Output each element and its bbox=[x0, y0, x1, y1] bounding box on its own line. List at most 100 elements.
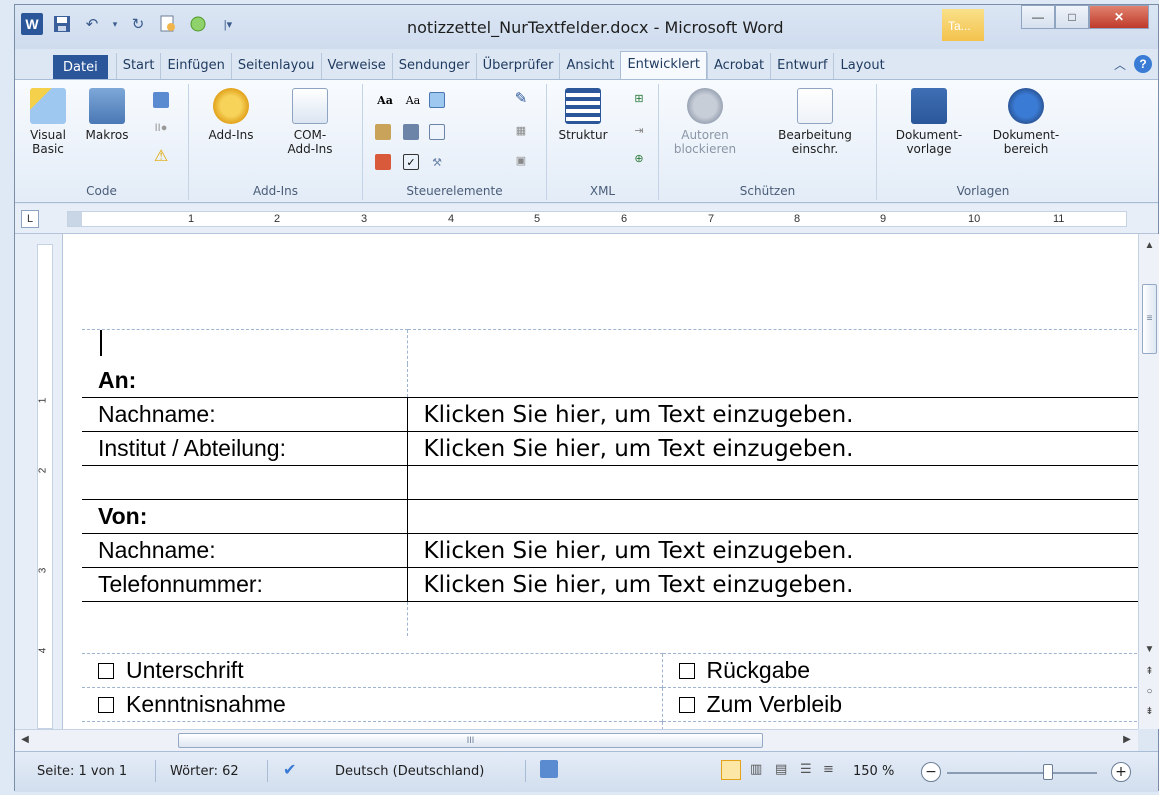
tab-start[interactable]: Start bbox=[115, 53, 161, 79]
document-panel-button[interactable]: Dokument-bereich bbox=[981, 88, 1071, 156]
zoom-in-button[interactable]: + bbox=[1111, 762, 1131, 782]
table-cell[interactable] bbox=[406, 363, 1138, 398]
tab-page-layout[interactable]: Seitenlayou bbox=[230, 53, 321, 79]
save-icon[interactable] bbox=[51, 13, 73, 35]
building-block-control-icon[interactable] bbox=[375, 124, 391, 140]
from-phone-field[interactable]: Klicken Sie hier, um Text einzugeben. bbox=[406, 567, 1138, 602]
print-layout-icon[interactable] bbox=[721, 760, 741, 780]
visual-basic-button[interactable]: Visual Basic bbox=[25, 88, 71, 156]
table-cell[interactable] bbox=[661, 721, 1138, 729]
com-addins-button[interactable]: COM-Add-Ins bbox=[275, 88, 345, 156]
properties-icon[interactable]: ▦ bbox=[513, 122, 529, 138]
ribbon-collapse-icon[interactable]: ︿ bbox=[1114, 56, 1126, 73]
scroll-left-icon[interactable]: ◀ bbox=[19, 734, 31, 745]
to-lastname-field[interactable]: Klicken Sie hier, um Text einzugeben. bbox=[406, 397, 1138, 432]
word-count[interactable]: Wörter: 62 bbox=[170, 764, 239, 779]
design-mode-icon[interactable]: ✎ bbox=[513, 90, 529, 107]
customize-qat-icon[interactable]: |▾ bbox=[217, 13, 239, 35]
checkbox-icon[interactable] bbox=[98, 697, 114, 713]
table-cell[interactable] bbox=[406, 329, 1138, 364]
scroll-down-icon[interactable]: ▼ bbox=[1139, 644, 1159, 655]
return-option[interactable]: Rückgabe bbox=[661, 653, 1138, 688]
table-cell[interactable] bbox=[82, 329, 407, 364]
full-screen-reading-icon[interactable]: ▥ bbox=[750, 762, 762, 777]
outline-view-icon[interactable]: ☰ bbox=[800, 762, 812, 777]
keep-option[interactable]: Zum Verbleib bbox=[661, 687, 1138, 722]
tab-developer[interactable]: Entwicklert bbox=[620, 51, 707, 79]
vertical-scroll-thumb[interactable]: ≡ bbox=[1142, 284, 1157, 354]
from-lastname-field[interactable]: Klicken Sie hier, um Text einzugeben. bbox=[406, 533, 1138, 568]
tab-design[interactable]: Entwurf bbox=[770, 53, 833, 79]
tab-layout[interactable]: Layout bbox=[833, 53, 890, 79]
minimize-button[interactable]: — bbox=[1021, 5, 1055, 29]
maximize-button[interactable]: □ bbox=[1055, 5, 1089, 29]
language-indicator[interactable]: Deutsch (Deutschland) bbox=[335, 764, 484, 779]
undo-dropdown-icon[interactable]: ▾ bbox=[111, 13, 119, 35]
table-cell[interactable] bbox=[82, 601, 407, 636]
zoom-slider-track[interactable] bbox=[947, 772, 1097, 774]
group-control-icon[interactable]: ▣ bbox=[513, 152, 529, 168]
tab-review[interactable]: Überprüfer bbox=[475, 53, 560, 79]
transformation-icon[interactable]: ⇥ bbox=[631, 122, 647, 138]
block-authors-button[interactable]: Autoren blockieren bbox=[665, 88, 745, 156]
macros-button[interactable]: Makros bbox=[77, 88, 137, 142]
draft-view-icon[interactable]: ≡ bbox=[823, 762, 834, 777]
table-cell[interactable] bbox=[82, 465, 407, 500]
record-macro-icon[interactable] bbox=[153, 92, 169, 108]
horizontal-scroll-thumb[interactable]: III bbox=[178, 733, 763, 748]
macro-recording-icon[interactable] bbox=[540, 760, 558, 778]
table-cell[interactable] bbox=[82, 721, 662, 729]
spelling-check-icon[interactable]: ✔ bbox=[283, 760, 296, 779]
structure-button[interactable]: Struktur bbox=[553, 88, 613, 142]
help-icon[interactable]: ? bbox=[1134, 55, 1152, 73]
ruler-bar[interactable]: 1 2 3 4 5 6 7 8 9 10 11 bbox=[67, 211, 1127, 227]
tab-acrobat[interactable]: Acrobat bbox=[707, 53, 770, 79]
scroll-up-icon[interactable]: ▲ bbox=[1139, 240, 1159, 251]
zoom-out-button[interactable]: − bbox=[921, 762, 941, 782]
acknowledgement-option[interactable]: Kenntnisnahme bbox=[82, 687, 662, 722]
scroll-right-icon[interactable]: ▶ bbox=[1121, 734, 1133, 745]
table-cell[interactable] bbox=[406, 465, 1138, 500]
table-cell[interactable] bbox=[406, 601, 1138, 636]
document-template-button[interactable]: Dokument-vorlage bbox=[887, 88, 971, 156]
previous-page-icon[interactable]: ⇞ bbox=[1139, 666, 1159, 677]
close-button[interactable]: ✕ bbox=[1089, 5, 1149, 29]
horizontal-scrollbar[interactable]: ◀ III ▶ bbox=[15, 729, 1138, 751]
print-preview-icon[interactable] bbox=[157, 13, 179, 35]
macro-security-icon[interactable]: ⚠ bbox=[153, 148, 169, 165]
vertical-scrollbar[interactable]: ▲ ≡ ▼ ⇞ ○ ⇟ bbox=[1138, 234, 1159, 729]
web-layout-icon[interactable]: ▤ bbox=[775, 762, 787, 777]
plain-text-control-icon[interactable]: Aa bbox=[401, 92, 425, 108]
vertical-ruler-bar[interactable]: 1 2 3 4 bbox=[37, 244, 53, 729]
redo-icon[interactable]: ↻ bbox=[127, 13, 149, 35]
tab-references[interactable]: Verweise bbox=[320, 53, 392, 79]
zoom-level[interactable]: 150 % bbox=[853, 764, 894, 779]
to-institute-field[interactable]: Klicken Sie hier, um Text einzugeben. bbox=[406, 431, 1138, 466]
restrict-editing-button[interactable]: Bearbeitung einschr. bbox=[765, 88, 865, 156]
page-count[interactable]: Seite: 1 von 1 bbox=[37, 764, 127, 779]
next-page-icon[interactable]: ⇟ bbox=[1139, 706, 1159, 717]
legacy-tools-icon[interactable]: ⚒ bbox=[429, 154, 445, 170]
checkbox-icon[interactable] bbox=[678, 697, 695, 713]
picture-control-icon[interactable] bbox=[429, 92, 445, 108]
document-page[interactable]: An: Nachname: Klicken Sie hier, um Text … bbox=[63, 234, 1138, 729]
word-logo-icon[interactable]: W bbox=[21, 13, 43, 35]
checkbox-icon[interactable] bbox=[98, 663, 114, 679]
addins-button[interactable]: Add-Ins bbox=[201, 88, 261, 142]
rich-text-control-icon[interactable]: Aa bbox=[373, 92, 397, 108]
combo-box-control-icon[interactable] bbox=[403, 124, 419, 140]
pause-recording-icon[interactable]: II● bbox=[153, 120, 169, 136]
browse-object-icon[interactable]: ○ bbox=[1139, 686, 1159, 697]
tab-file[interactable]: Datei bbox=[53, 55, 108, 79]
tab-mailings[interactable]: Sendunger bbox=[391, 53, 476, 79]
tab-insert[interactable]: Einfügen bbox=[160, 53, 230, 79]
checkbox-control-icon[interactable]: ✓ bbox=[403, 154, 419, 170]
tab-selector-icon[interactable]: L bbox=[21, 210, 39, 228]
table-cell[interactable] bbox=[406, 499, 1138, 534]
checkbox-icon[interactable] bbox=[678, 663, 695, 679]
dropdown-list-control-icon[interactable] bbox=[429, 124, 445, 140]
circle-icon[interactable] bbox=[187, 13, 209, 35]
schema-icon[interactable]: ⊞ bbox=[631, 90, 647, 106]
date-picker-control-icon[interactable] bbox=[375, 154, 391, 170]
zoom-slider-thumb[interactable] bbox=[1043, 764, 1053, 780]
